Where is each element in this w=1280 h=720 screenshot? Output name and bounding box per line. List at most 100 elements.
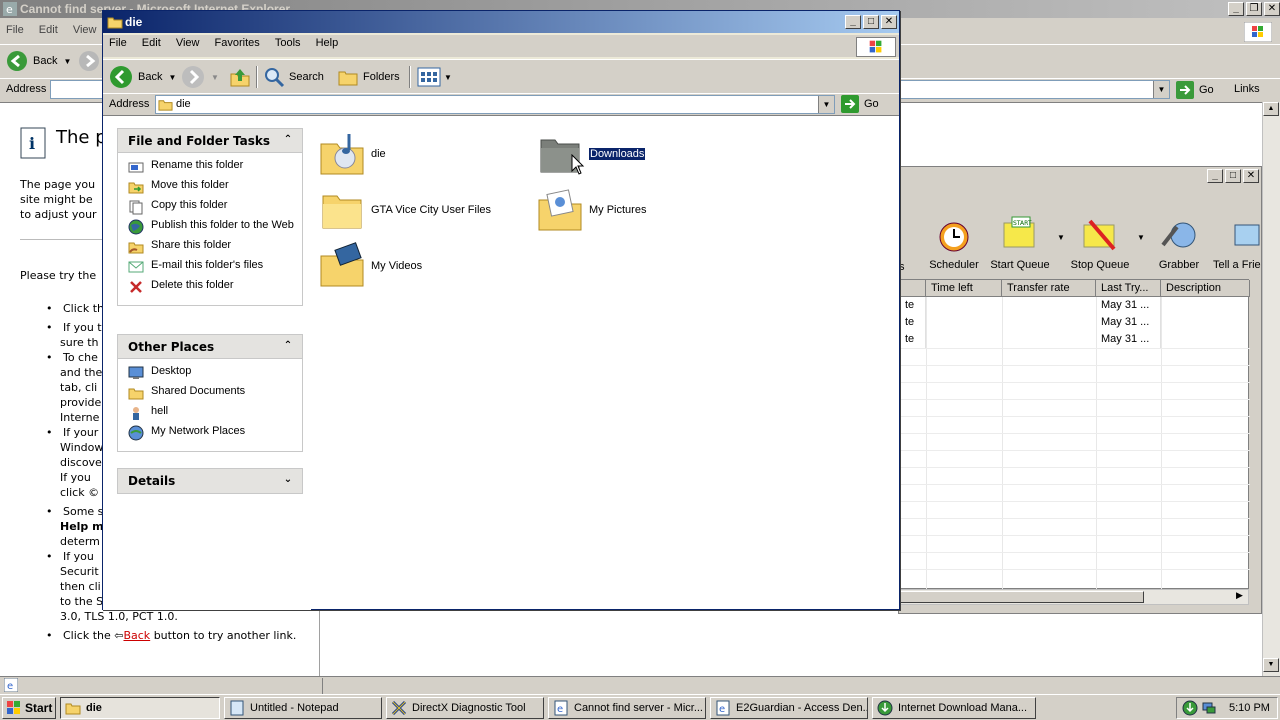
idm-tray-icon[interactable] xyxy=(1182,700,1198,716)
views-button[interactable]: ▼ xyxy=(417,65,452,89)
ie-back-button[interactable]: Back ▼ xyxy=(6,50,71,72)
address-input[interactable]: die ▼ xyxy=(155,95,835,114)
ie-menu-edit[interactable]: Edit xyxy=(33,22,64,38)
idm-column-header-status[interactable] xyxy=(900,280,926,297)
file-item-my-pictures[interactable]: My Pictures xyxy=(537,186,646,234)
panel-header[interactable]: Other Places ⌃ xyxy=(118,335,302,359)
place-my-network-places[interactable]: My Network Places xyxy=(128,425,294,441)
menu-favorites[interactable]: Favorites xyxy=(209,35,266,51)
explorer-titlebar[interactable]: die _ □ ✕ xyxy=(103,11,899,33)
file-item-die[interactable]: die xyxy=(319,130,386,178)
task-move-folder[interactable]: Move this folder xyxy=(128,179,294,195)
maximize-button[interactable]: □ xyxy=(1225,169,1241,183)
back-link[interactable]: Back xyxy=(123,629,150,642)
close-button[interactable]: ✕ xyxy=(1243,169,1259,183)
menu-tools[interactable]: Tools xyxy=(269,35,307,51)
menu-view[interactable]: View xyxy=(170,35,206,51)
idm-stop-queue-button[interactable]: Stop Queue xyxy=(1067,215,1133,271)
stop-queue-icon xyxy=(1083,219,1116,251)
go-button[interactable]: Go xyxy=(841,95,879,113)
idm-tell-a-friend-button[interactable]: Tell a Frie xyxy=(1213,215,1263,271)
minimize-button[interactable]: _ xyxy=(1228,2,1244,16)
up-folder-icon[interactable] xyxy=(229,66,251,88)
start-button[interactable]: Start xyxy=(2,697,56,719)
taskbar-item-ie-cannot-find[interactable]: e Cannot find server - Micr... xyxy=(548,697,706,719)
ie-links-label[interactable]: Links xyxy=(1234,83,1260,95)
idm-cell-last-try[interactable]: May 31 ... xyxy=(1096,297,1161,314)
forward-button[interactable]: ▼ xyxy=(181,65,219,89)
taskbar-item-directx[interactable]: DirectX Diagnostic Tool xyxy=(386,697,544,719)
network-tray-icon[interactable] xyxy=(1201,700,1217,716)
search-button[interactable]: Search xyxy=(263,65,324,89)
ie-go-button[interactable]: Go xyxy=(1176,81,1214,99)
ie-vertical-scrollbar[interactable]: ▲ ▼ xyxy=(1262,102,1280,676)
taskbar-item-idm[interactable]: Internet Download Mana... xyxy=(872,697,1036,719)
collapse-chevron-icon[interactable]: ⌃ xyxy=(280,338,296,354)
task-publish-folder[interactable]: Publish this folder to the Web xyxy=(128,219,294,235)
place-shared-documents[interactable]: Shared Documents xyxy=(128,385,294,401)
minimize-button[interactable]: _ xyxy=(845,15,861,29)
close-button[interactable]: ✕ xyxy=(881,15,897,29)
idm-cell-last-try[interactable]: May 31 ... xyxy=(1096,314,1161,331)
idm-cell-status[interactable]: te xyxy=(900,331,926,348)
chevron-down-icon[interactable]: ▼ xyxy=(1137,233,1145,242)
taskbar-item-die[interactable]: die xyxy=(60,697,220,719)
idm-cell-status[interactable]: te xyxy=(900,314,926,331)
task-email-files[interactable]: E-mail this folder's files xyxy=(128,259,294,275)
idm-scheduler-button[interactable]: Scheduler xyxy=(929,215,979,271)
close-button[interactable]: ✕ xyxy=(1264,2,1280,16)
idm-grabber-button[interactable]: Grabber xyxy=(1151,215,1207,271)
panel-header[interactable]: File and Folder Tasks ⌃ xyxy=(118,129,302,153)
task-share-folder[interactable]: Share this folder xyxy=(128,239,294,255)
chevron-down-icon[interactable]: ▼ xyxy=(168,73,176,82)
ie-menu-view[interactable]: View xyxy=(67,22,103,38)
ie-menu-file[interactable]: File xyxy=(0,22,30,38)
delete-x-icon xyxy=(130,281,142,293)
maximize-button[interactable]: □ xyxy=(863,15,879,29)
chevron-down-icon[interactable]: ▼ xyxy=(444,73,452,82)
forward-arrow-icon[interactable] xyxy=(78,50,100,72)
idm-column-header-description[interactable]: Description xyxy=(1161,280,1250,297)
task-copy-folder[interactable]: Copy this folder xyxy=(128,199,294,215)
file-item-my-videos[interactable]: My Videos xyxy=(319,242,422,290)
taskbar-item-e2guardian[interactable]: e E2Guardian - Access Den... xyxy=(710,697,868,719)
back-button[interactable]: Back ▼ xyxy=(109,65,176,89)
task-rename-folder[interactable]: Rename this folder xyxy=(128,159,294,175)
chevron-down-icon: ▼ xyxy=(63,56,72,66)
status-divider xyxy=(322,678,323,694)
menu-help[interactable]: Help xyxy=(310,35,345,51)
idm-start-queue-button[interactable]: START Start Queue xyxy=(989,215,1051,271)
go-arrow-icon xyxy=(841,95,859,113)
place-hell[interactable]: hell xyxy=(128,405,294,421)
scroll-thumb[interactable] xyxy=(900,591,1144,603)
folders-button[interactable]: Folders xyxy=(337,65,400,89)
restore-button[interactable]: ❐ xyxy=(1246,2,1262,16)
menu-edit[interactable]: Edit xyxy=(136,35,167,51)
idm-cell-last-try[interactable]: May 31 ... xyxy=(1096,331,1161,348)
task-delete-folder[interactable]: Delete this folder xyxy=(128,279,294,295)
scroll-right-arrow-icon[interactable]: ▶ xyxy=(1236,590,1243,601)
idm-titlebar[interactable]: _ □ ✕ xyxy=(899,167,1261,187)
minimize-button[interactable]: _ xyxy=(1207,169,1223,183)
file-item-downloads[interactable]: Downloads xyxy=(537,130,647,178)
clock[interactable]: 5:10 PM xyxy=(1229,702,1270,714)
chevron-down-icon[interactable]: ▼ xyxy=(211,73,219,82)
scroll-up-arrow-icon[interactable]: ▲ xyxy=(1263,102,1279,116)
file-item-gta-vice-city[interactable]: GTA Vice City User Files xyxy=(319,186,491,234)
chevron-down-icon[interactable]: ▼ xyxy=(1057,233,1065,242)
place-desktop[interactable]: Desktop xyxy=(128,365,294,381)
idm-column-header-last-try[interactable]: Last Try... xyxy=(1096,280,1161,297)
idm-column-header-transfer-rate[interactable]: Transfer rate xyxy=(1002,280,1096,297)
go-label: Go xyxy=(864,98,879,110)
taskbar-item-notepad[interactable]: Untitled - Notepad xyxy=(224,697,382,719)
panel-header[interactable]: Details ⌄ xyxy=(118,469,302,493)
scroll-down-arrow-icon[interactable]: ▼ xyxy=(1263,658,1279,672)
chevron-down-icon[interactable]: ▼ xyxy=(1153,81,1169,98)
collapse-chevron-icon[interactable]: ⌃ xyxy=(280,132,296,148)
menu-file[interactable]: File xyxy=(103,35,133,51)
idm-horizontal-scrollbar[interactable]: ▶ xyxy=(899,589,1249,605)
chevron-down-icon[interactable]: ▼ xyxy=(818,96,834,113)
expand-chevron-icon[interactable]: ⌄ xyxy=(280,472,296,488)
idm-column-header-time-left[interactable]: Time left xyxy=(926,280,1002,297)
idm-cell-status[interactable]: te xyxy=(900,297,926,314)
